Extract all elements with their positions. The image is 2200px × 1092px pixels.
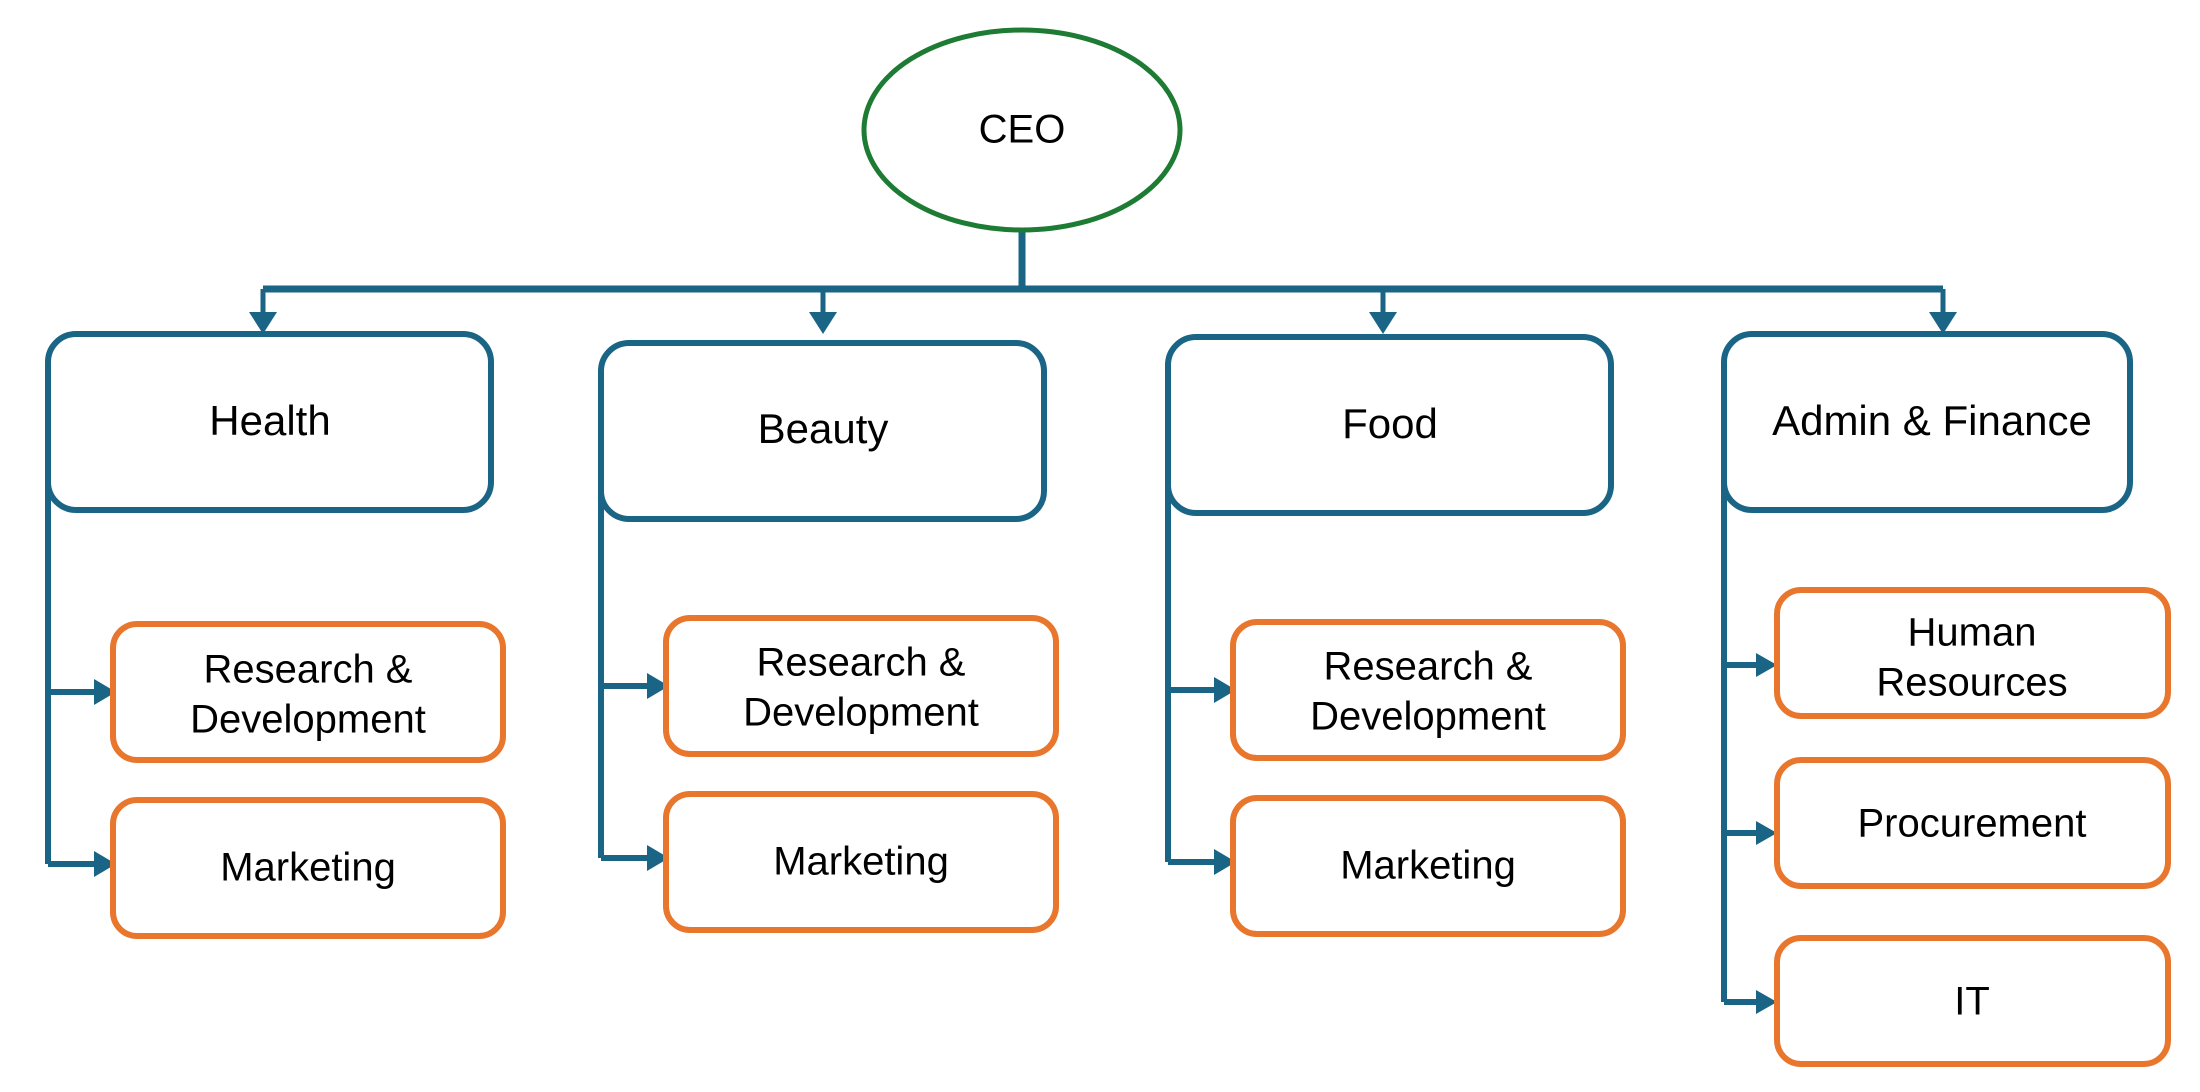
beauty-rd-label-line2: Development bbox=[743, 691, 979, 735]
org-chart-canvas: CEO Health Research & Development Market… bbox=[45, 27, 2171, 1067]
arrowhead-admin-procurement bbox=[1756, 821, 1777, 845]
health-label: Health bbox=[209, 397, 330, 444]
admin-it-label: IT bbox=[1954, 980, 1990, 1024]
health-marketing-label: Marketing bbox=[220, 846, 396, 890]
admin-hr-label: Human bbox=[1908, 611, 2037, 655]
food-rd-label: Research & bbox=[1324, 645, 1533, 689]
arrowhead-food bbox=[1369, 312, 1397, 334]
beauty-rd-label: Research & bbox=[757, 641, 966, 685]
arrowhead-admin-it bbox=[1756, 990, 1777, 1014]
node-beauty-marketing[interactable]: Marketing bbox=[663, 791, 1059, 933]
node-admin-finance[interactable]: Admin & Finance bbox=[1721, 331, 2133, 513]
arrowhead-admin-hr bbox=[1756, 653, 1777, 677]
node-health-rd[interactable]: Research & Development bbox=[110, 621, 506, 763]
arrowhead-health bbox=[249, 312, 277, 334]
node-food-rd[interactable]: Research & Development bbox=[1230, 619, 1626, 761]
admin-finance-label: Admin & Finance bbox=[1772, 397, 2092, 444]
food-label: Food bbox=[1342, 400, 1438, 447]
admin-procurement-label: Procurement bbox=[1858, 802, 2087, 846]
beauty-marketing-label: Marketing bbox=[773, 840, 949, 884]
admin-hr-label-line2: Resources bbox=[1876, 661, 2067, 705]
node-admin-procurement[interactable]: Procurement bbox=[1774, 757, 2171, 889]
node-beauty[interactable]: Beauty bbox=[598, 340, 1047, 522]
node-health[interactable]: Health bbox=[45, 331, 494, 513]
node-beauty-rd[interactable]: Research & Development bbox=[663, 615, 1059, 757]
node-food[interactable]: Food bbox=[1165, 334, 1614, 516]
food-rd-label-line2: Development bbox=[1310, 695, 1546, 739]
node-food-marketing[interactable]: Marketing bbox=[1230, 795, 1626, 937]
node-ceo[interactable]: CEO bbox=[861, 27, 1183, 233]
node-admin-hr[interactable]: Human Resources bbox=[1774, 587, 2171, 719]
beauty-label: Beauty bbox=[758, 405, 889, 452]
arrowhead-beauty bbox=[809, 312, 837, 334]
node-health-marketing[interactable]: Marketing bbox=[110, 797, 506, 939]
org-chart: CEO Health Research & Development Market… bbox=[0, 0, 2200, 1092]
food-marketing-label: Marketing bbox=[1340, 844, 1516, 888]
node-admin-it[interactable]: IT bbox=[1774, 935, 2171, 1067]
health-rd-label-line2: Development bbox=[190, 698, 426, 742]
arrowhead-admin bbox=[1929, 312, 1957, 334]
ceo-label: CEO bbox=[979, 108, 1066, 152]
health-rd-label: Research & bbox=[204, 648, 413, 692]
